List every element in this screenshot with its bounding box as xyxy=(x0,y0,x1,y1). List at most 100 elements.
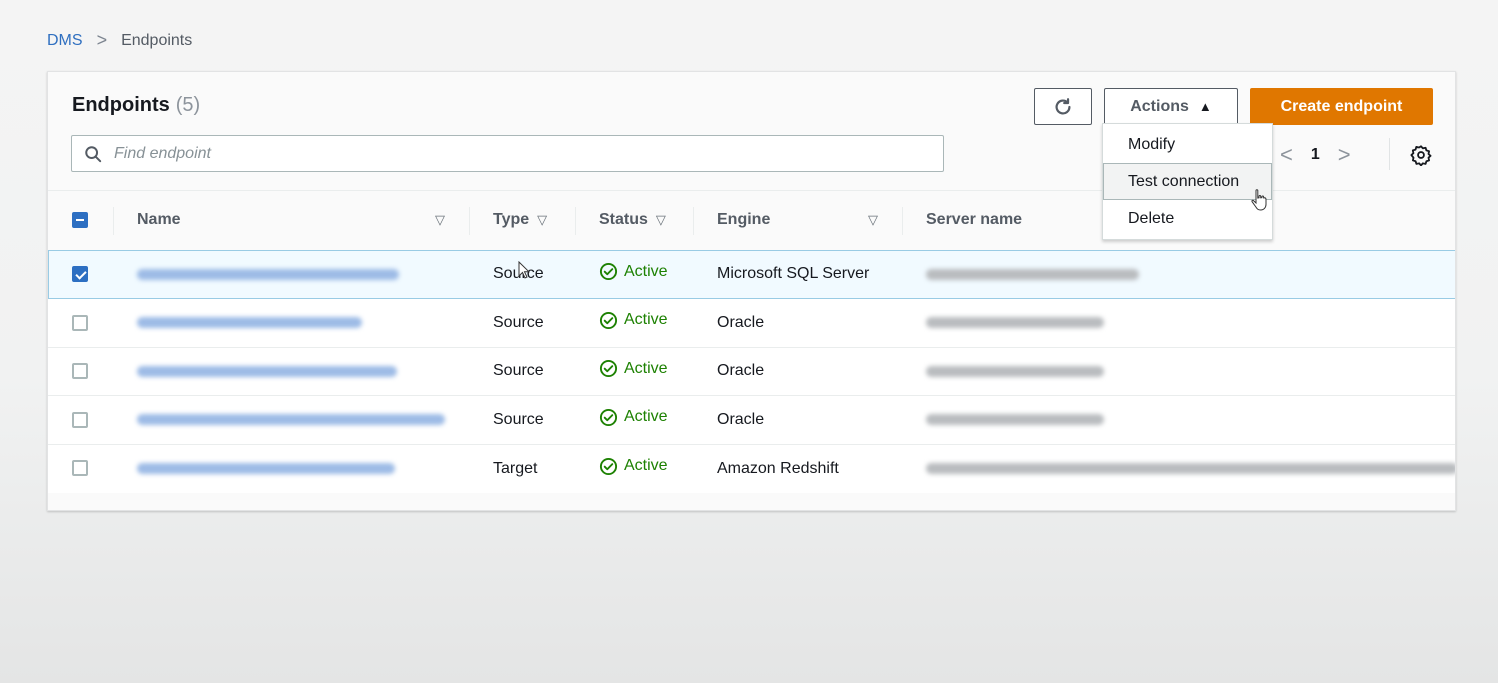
row-checkbox[interactable] xyxy=(72,363,88,380)
status-text: Active xyxy=(624,457,668,474)
panel-title-text: Endpoints xyxy=(72,94,170,116)
endpoint-name-cell[interactable] xyxy=(113,298,469,347)
status-cell: Active xyxy=(575,249,693,299)
endpoint-name-cell[interactable] xyxy=(113,346,469,396)
column-label: Status xyxy=(599,211,648,229)
column-divider xyxy=(902,207,903,235)
status-cell: Active xyxy=(575,443,693,493)
check-circle-icon xyxy=(599,457,618,475)
panel-title: Endpoints (5) xyxy=(72,94,200,117)
sort-icon[interactable]: ▽ xyxy=(435,212,445,228)
check-circle-icon xyxy=(599,311,618,329)
column-label: Name xyxy=(137,211,181,229)
endpoint-name-redacted[interactable] xyxy=(137,268,399,280)
row-select-cell xyxy=(48,346,113,396)
create-endpoint-button[interactable]: Create endpoint xyxy=(1250,88,1433,125)
type-cell: Source xyxy=(469,346,575,396)
next-page-button[interactable]: > xyxy=(1338,142,1351,168)
hand-cursor-icon xyxy=(1251,189,1267,211)
select-all-checkbox[interactable] xyxy=(72,212,88,229)
status-text: Active xyxy=(624,408,668,426)
server-name-cell xyxy=(902,443,1455,493)
server-name-redacted xyxy=(926,414,1104,426)
arrow-cursor-icon xyxy=(518,261,530,279)
current-page[interactable]: 1 xyxy=(1311,146,1320,164)
server-name-cell xyxy=(902,395,1455,444)
refresh-button[interactable] xyxy=(1034,88,1092,125)
status-badge: Active xyxy=(599,408,668,427)
type-cell: Source xyxy=(469,395,575,444)
server-name-redacted xyxy=(926,317,1104,329)
table-row[interactable]: Source Active Oracle xyxy=(48,298,1455,347)
column-header-name[interactable]: Name ▽ xyxy=(113,191,469,250)
previous-page-button[interactable]: < xyxy=(1280,142,1293,168)
row-select-cell xyxy=(48,395,113,444)
search-input[interactable] xyxy=(112,143,892,164)
search-field[interactable] xyxy=(71,135,944,172)
table-row[interactable]: Source Active Oracle xyxy=(48,346,1455,396)
search-icon xyxy=(85,145,102,162)
check-circle-icon xyxy=(599,408,618,426)
check-circle-icon xyxy=(599,360,618,378)
breadcrumb-current: Endpoints xyxy=(121,31,193,49)
status-badge: Active xyxy=(599,262,668,281)
server-name-cell xyxy=(902,346,1455,396)
table-row[interactable]: Source Active Microsoft SQL Server xyxy=(48,249,1455,299)
endpoint-name-cell[interactable] xyxy=(113,249,469,299)
server-name-cell xyxy=(902,298,1455,347)
endpoint-name-redacted[interactable] xyxy=(137,317,362,329)
server-name-cell xyxy=(902,249,1455,299)
menu-item-test-connection[interactable]: Test connection xyxy=(1103,163,1272,200)
column-header-status[interactable]: Status ▽ xyxy=(575,191,693,250)
sort-icon[interactable]: ▽ xyxy=(868,212,878,228)
column-header-engine[interactable]: Engine ▽ xyxy=(693,191,902,250)
actions-menu: Modify Test connection Delete xyxy=(1102,123,1273,240)
column-header-type[interactable]: Type ▽ xyxy=(469,191,575,250)
status-text: Active xyxy=(624,359,668,377)
column-label: Engine xyxy=(717,211,771,229)
endpoint-name-redacted[interactable] xyxy=(137,414,445,426)
sort-icon[interactable]: ▽ xyxy=(656,212,666,228)
endpoint-name-redacted[interactable] xyxy=(137,365,397,377)
row-select-cell xyxy=(48,249,113,299)
breadcrumb-separator-icon: > xyxy=(96,30,108,50)
server-name-redacted xyxy=(926,268,1139,280)
type-cell: Target xyxy=(469,443,575,493)
gear-icon[interactable] xyxy=(1410,144,1432,166)
row-checkbox[interactable] xyxy=(72,314,88,331)
server-name-redacted xyxy=(926,365,1104,377)
check-circle-icon xyxy=(599,263,618,281)
select-all-header xyxy=(48,191,113,250)
breadcrumb-dms-link[interactable]: DMS xyxy=(47,32,83,50)
status-badge: Active xyxy=(599,311,668,330)
pagination: < 1 > xyxy=(1280,142,1351,168)
engine-cell: Oracle xyxy=(693,395,902,444)
table-row[interactable]: Target Active Amazon Redshift xyxy=(48,443,1455,493)
status-badge: Active xyxy=(599,457,668,476)
row-select-cell xyxy=(48,443,113,493)
actions-dropdown-button[interactable]: Actions ▲ xyxy=(1104,88,1238,125)
status-text: Active xyxy=(624,262,668,280)
row-checkbox[interactable] xyxy=(72,266,88,283)
column-divider xyxy=(113,207,114,235)
menu-item-modify[interactable]: Modify xyxy=(1103,126,1272,163)
endpoint-name-cell[interactable] xyxy=(113,395,469,444)
row-checkbox[interactable] xyxy=(72,411,88,428)
caret-up-icon: ▲ xyxy=(1198,99,1212,114)
breadcrumb: DMS > Endpoints xyxy=(47,30,192,51)
row-checkbox[interactable] xyxy=(72,460,88,477)
sort-icon[interactable]: ▽ xyxy=(537,212,547,228)
engine-cell: Oracle xyxy=(693,346,902,396)
endpoint-name-redacted[interactable] xyxy=(137,462,395,474)
endpoint-name-cell[interactable] xyxy=(113,443,469,493)
type-cell: Source xyxy=(469,298,575,347)
column-label: Type xyxy=(493,211,530,229)
menu-item-delete[interactable]: Delete xyxy=(1103,200,1272,237)
status-cell: Active xyxy=(575,395,693,444)
column-divider xyxy=(693,207,694,235)
status-cell: Active xyxy=(575,346,693,396)
pager-divider xyxy=(1389,138,1390,170)
table-row[interactable]: Source Active Oracle xyxy=(48,395,1455,444)
actions-label: Actions xyxy=(1130,97,1189,115)
engine-cell: Amazon Redshift xyxy=(693,443,902,493)
